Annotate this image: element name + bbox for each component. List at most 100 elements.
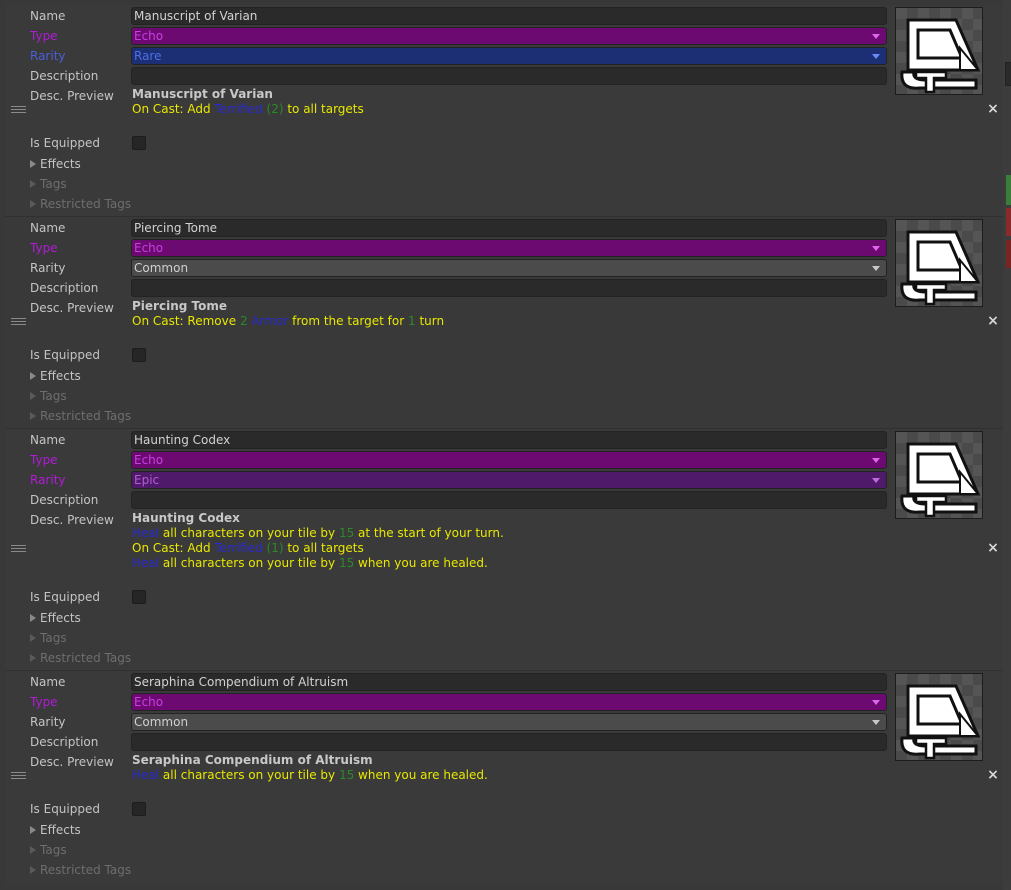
is-equipped-label: Is Equipped [30, 136, 100, 150]
restricted-tags-label: Restricted Tags [40, 863, 132, 877]
name-field[interactable]: Seraphina Compendium of Altruism [131, 673, 887, 691]
type-label: Type [30, 241, 58, 255]
is-equipped-label: Is Equipped [30, 590, 100, 604]
side-panel-field[interactable] [1005, 62, 1011, 86]
description-field[interactable] [131, 733, 887, 751]
rarity-dropdown[interactable]: Epic [131, 471, 887, 489]
type-label: Type [30, 453, 58, 467]
tags-label: Tags [40, 389, 67, 403]
triangle-right-icon [30, 654, 36, 662]
type-value: Echo [134, 453, 164, 467]
rarity-dropdown[interactable]: Common [131, 259, 887, 277]
name-field[interactable]: Piercing Tome [131, 219, 887, 237]
keyword-text: Heal [132, 556, 160, 570]
restricted-tags-foldout[interactable]: Restricted Tags [30, 407, 131, 425]
desc-preview: Seraphina Compendium of Altruism Heal al… [132, 753, 884, 783]
tome-sprite-icon[interactable] [895, 673, 983, 761]
name-field[interactable]: Haunting Codex [131, 431, 887, 449]
chevron-down-icon [872, 266, 880, 271]
is-equipped-checkbox[interactable] [132, 136, 146, 150]
effects-foldout[interactable]: Effects [30, 609, 81, 627]
type-dropdown[interactable]: Echo [131, 239, 887, 257]
effects-foldout[interactable]: Effects [30, 155, 81, 173]
side-panel-add-button[interactable] [1006, 175, 1011, 205]
close-icon[interactable]: × [987, 768, 999, 782]
preview-title: Seraphina Compendium of Altruism [132, 753, 373, 767]
preview-title: Piercing Tome [132, 299, 227, 313]
name-field[interactable]: Manuscript of Varian [131, 7, 887, 25]
tome-sprite-icon[interactable] [895, 219, 983, 307]
effects-label: Effects [40, 157, 81, 171]
side-panel-remove-button[interactable] [1006, 208, 1011, 236]
effects-foldout[interactable]: Effects [30, 821, 81, 839]
close-icon[interactable]: × [987, 314, 999, 328]
is-equipped-checkbox[interactable] [132, 348, 146, 362]
description-field[interactable] [131, 279, 887, 297]
list-item: Name Manuscript of Varian Type Echo Rari… [5, 5, 1003, 217]
side-panel-clear-button[interactable] [1006, 240, 1011, 268]
is-equipped-checkbox[interactable] [132, 590, 146, 604]
rarity-value: Common [134, 715, 189, 729]
description-field[interactable] [131, 67, 887, 85]
restricted-tags-foldout[interactable]: Restricted Tags [30, 861, 131, 879]
desc-preview: Manuscript of Varian On Cast: Add Terrif… [132, 87, 884, 117]
rarity-label: Rarity [30, 261, 66, 275]
description-label: Description [30, 281, 99, 295]
description-label: Description [30, 735, 99, 749]
drag-handle-icon[interactable] [11, 106, 26, 115]
keyword-text: Terrified [214, 102, 263, 116]
drag-handle-icon[interactable] [11, 545, 26, 554]
chevron-down-icon [872, 246, 880, 251]
triangle-right-icon [30, 614, 36, 622]
close-icon[interactable]: × [987, 541, 999, 555]
restricted-tags-foldout[interactable]: Restricted Tags [30, 649, 131, 667]
close-icon[interactable]: × [987, 102, 999, 116]
rarity-dropdown[interactable]: Rare [131, 47, 887, 65]
name-label: Name [30, 9, 66, 23]
tome-sprite-icon[interactable] [895, 431, 983, 519]
number-text: 15 [338, 526, 355, 540]
effects-label: Effects [40, 823, 81, 837]
list-item: Name Haunting Codex Type Echo Rarity Epi… [5, 429, 1003, 671]
desc-preview: Piercing Tome On Cast: Remove 2 Armor fr… [132, 299, 884, 329]
triangle-right-icon [30, 160, 36, 168]
rarity-value: Epic [134, 473, 160, 487]
preview-line: On Cast: Remove 2 Armor from the target … [132, 314, 884, 329]
desc-preview-label: Desc. Preview [30, 301, 114, 315]
keyword-text: Heal [132, 768, 160, 782]
effect-text: to all targets [283, 541, 364, 555]
is-equipped-checkbox[interactable] [132, 802, 146, 816]
type-label: Type [30, 695, 58, 709]
tags-foldout[interactable]: Tags [30, 841, 67, 859]
tags-foldout[interactable]: Tags [30, 175, 67, 193]
type-dropdown[interactable]: Echo [131, 27, 887, 45]
keyword-text: Heal [132, 526, 160, 540]
drag-handle-icon[interactable] [11, 318, 26, 327]
tome-sprite-icon[interactable] [895, 7, 983, 95]
rarity-dropdown[interactable]: Common [131, 713, 887, 731]
tags-label: Tags [40, 177, 67, 191]
number-text: 15 [338, 768, 355, 782]
item-list: Name Manuscript of Varian Type Echo Rari… [5, 5, 1003, 883]
restricted-tags-label: Restricted Tags [40, 409, 132, 423]
keyword-text: Terrified [214, 541, 263, 555]
effect-text: On Cast: Add [132, 541, 215, 555]
type-label: Type [30, 29, 58, 43]
effects-foldout[interactable]: Effects [30, 367, 81, 385]
chevron-down-icon [872, 720, 880, 725]
number-text: (2) [262, 102, 284, 116]
drag-handle-icon[interactable] [11, 772, 26, 781]
description-field[interactable] [131, 491, 887, 509]
tags-foldout[interactable]: Tags [30, 387, 67, 405]
triangle-right-icon [30, 846, 36, 854]
tags-foldout[interactable]: Tags [30, 629, 67, 647]
effects-label: Effects [40, 369, 81, 383]
number-text: 15 [338, 556, 355, 570]
rarity-label: Rarity [30, 49, 66, 63]
type-dropdown[interactable]: Echo [131, 451, 887, 469]
restricted-tags-foldout[interactable]: Restricted Tags [30, 195, 131, 213]
chevron-down-icon [872, 34, 880, 39]
preview-line: On Cast: Add Terrified (2) to all target… [132, 102, 884, 117]
type-dropdown[interactable]: Echo [131, 693, 887, 711]
rarity-label: Rarity [30, 715, 66, 729]
